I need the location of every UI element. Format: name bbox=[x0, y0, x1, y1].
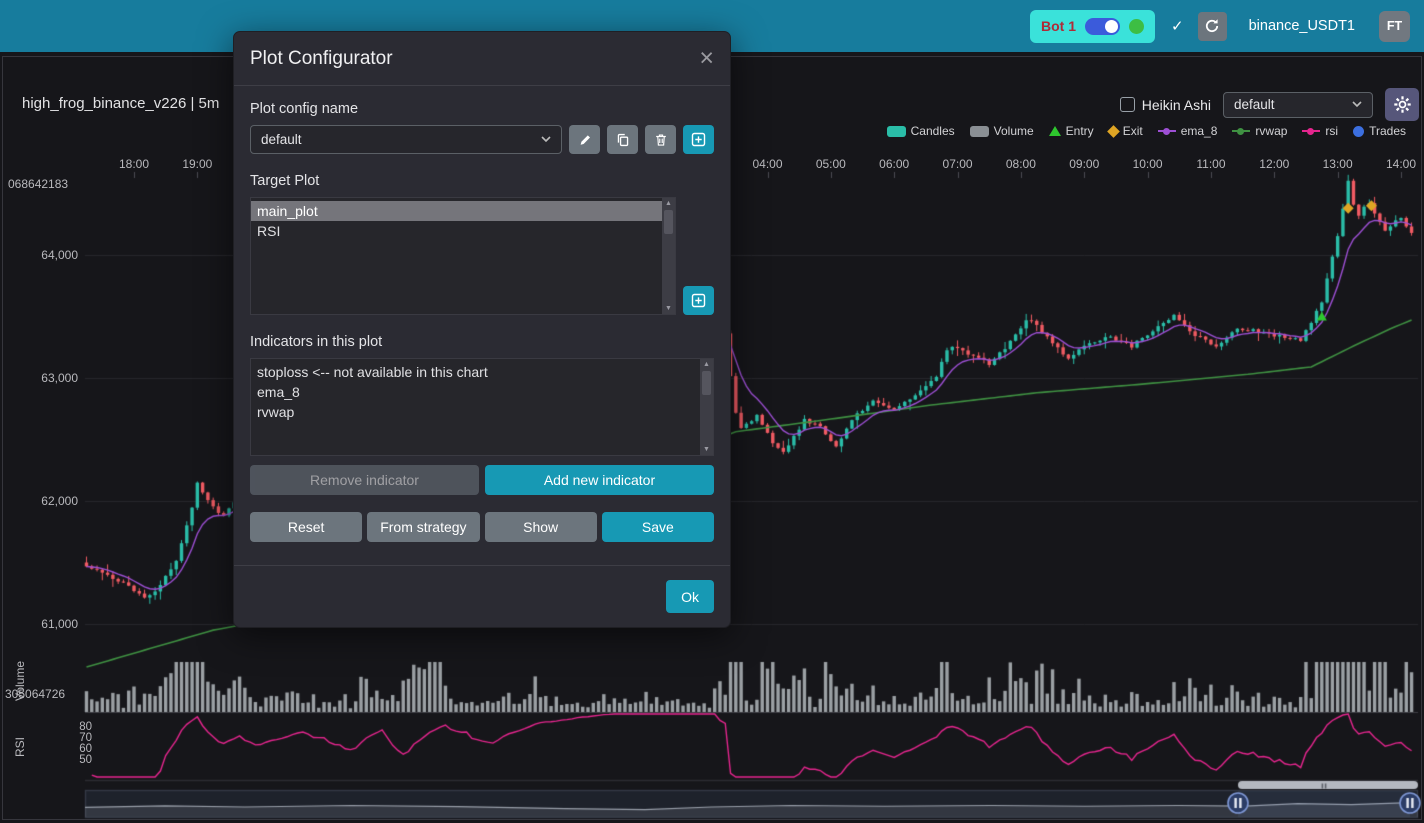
plus-square-icon bbox=[691, 132, 706, 147]
chart-toolbar: Heikin Ashi default bbox=[1120, 88, 1419, 121]
legend-label: Volume bbox=[994, 124, 1034, 138]
modal-footer: Ok bbox=[234, 565, 730, 627]
legend-label: rvwap bbox=[1255, 124, 1287, 138]
bot-name-label: Bot 1 bbox=[1041, 18, 1076, 34]
target-plot-option[interactable]: main_plot bbox=[251, 201, 662, 221]
refresh-icon bbox=[1204, 18, 1220, 34]
delete-config-button[interactable] bbox=[645, 125, 676, 154]
exit-legend-marker-icon bbox=[1107, 125, 1120, 138]
ft-avatar[interactable]: FT bbox=[1379, 11, 1410, 42]
legend-item-Exit[interactable]: Exit bbox=[1109, 124, 1143, 138]
add-config-button[interactable] bbox=[683, 125, 714, 154]
legend-label: Entry bbox=[1066, 124, 1094, 138]
config-actions-row: Reset From strategy Show Save bbox=[250, 512, 714, 542]
datazoom-navigator[interactable] bbox=[85, 790, 1418, 818]
plot-config-select-value: default bbox=[1234, 97, 1275, 112]
legend-item-Entry[interactable]: Entry bbox=[1049, 124, 1094, 138]
heikin-ashi-label: Heikin Ashi bbox=[1142, 97, 1211, 113]
toggle-knob bbox=[1105, 20, 1118, 33]
from-strategy-button[interactable]: From strategy bbox=[367, 512, 479, 542]
chevron-down-icon bbox=[1352, 101, 1362, 108]
app-root: Bot 1 ✓ binance_USDT1 FT high_frog_binan… bbox=[0, 0, 1424, 823]
rvwap-legend-marker-icon bbox=[1232, 130, 1250, 132]
config-name-label: Plot config name bbox=[250, 101, 714, 117]
target-plot-option[interactable]: RSI bbox=[251, 221, 662, 241]
config-name-select[interactable]: default bbox=[250, 125, 562, 154]
indicator-option[interactable]: stoploss <-- not available in this chart bbox=[251, 362, 700, 382]
target-plot-label: Target Plot bbox=[250, 173, 714, 189]
ema_8-legend-marker-icon bbox=[1158, 130, 1176, 132]
modal-close-button[interactable]: × bbox=[699, 46, 714, 71]
indicators-label: Indicators in this plot bbox=[250, 334, 714, 350]
legend-item-rsi[interactable]: rsi bbox=[1302, 124, 1338, 138]
legend-label: Trades bbox=[1369, 124, 1406, 138]
datazoom-left-handle[interactable] bbox=[1227, 792, 1249, 814]
reset-button[interactable]: Reset bbox=[250, 512, 362, 542]
pencil-icon bbox=[578, 133, 592, 147]
plus-square-icon bbox=[691, 293, 706, 308]
add-indicator-button[interactable]: Add new indicator bbox=[485, 465, 714, 495]
config-name-select-value: default bbox=[261, 132, 302, 147]
scrollbar-thumb[interactable] bbox=[664, 210, 673, 234]
modal-header: Plot Configurator × bbox=[234, 32, 730, 86]
legend-item-Candles[interactable]: Candles bbox=[887, 124, 955, 138]
scroll-up-icon[interactable]: ▲ bbox=[665, 199, 672, 208]
legend-item-rvwap[interactable]: rvwap bbox=[1232, 124, 1287, 138]
trash-icon bbox=[654, 133, 668, 147]
indicator-option[interactable]: rvwap bbox=[251, 402, 700, 422]
legend-label: Exit bbox=[1123, 124, 1143, 138]
scrollbar-thumb[interactable] bbox=[702, 371, 711, 395]
scroll-down-icon[interactable]: ▼ bbox=[703, 445, 710, 454]
legend-item-Trades[interactable]: Trades bbox=[1353, 124, 1406, 138]
legend-label: Candles bbox=[911, 124, 955, 138]
edit-config-button[interactable] bbox=[569, 125, 600, 154]
rsi-legend-marker-icon bbox=[1302, 130, 1320, 132]
target-plot-listbox[interactable]: main_plotRSI ▲ ▼ bbox=[250, 197, 676, 315]
modal-title: Plot Configurator bbox=[250, 48, 393, 70]
listbox-scrollbar[interactable]: ▲ ▼ bbox=[700, 359, 713, 455]
trades-legend-marker-icon bbox=[1353, 126, 1364, 137]
copy-icon bbox=[616, 133, 630, 147]
save-button[interactable]: Save bbox=[602, 512, 714, 542]
legend-label: rsi bbox=[1325, 124, 1338, 138]
listbox-scrollbar[interactable]: ▲ ▼ bbox=[662, 198, 675, 314]
scroll-down-icon[interactable]: ▼ bbox=[665, 304, 672, 313]
legend-item-Volume[interactable]: Volume bbox=[970, 124, 1034, 138]
indicator-option[interactable]: ema_8 bbox=[251, 382, 700, 402]
bot-online-indicator bbox=[1129, 19, 1144, 34]
show-button[interactable]: Show bbox=[485, 512, 597, 542]
add-plot-button[interactable] bbox=[683, 286, 714, 315]
chart-legend: Candles Volume Entry Exit ema_8 rvwap rsi Trade… bbox=[887, 124, 1406, 138]
bot-toggle[interactable] bbox=[1085, 18, 1120, 35]
modal-body: Plot config name default bbox=[234, 86, 730, 565]
ok-button[interactable]: Ok bbox=[666, 580, 714, 613]
plot-config-gear-button[interactable] bbox=[1385, 88, 1419, 121]
plot-config-select[interactable]: default bbox=[1223, 92, 1373, 118]
entry-legend-marker-icon bbox=[1049, 126, 1061, 136]
indicator-buttons-row: Remove indicator Add new indicator bbox=[250, 465, 714, 495]
volume-legend-marker-icon bbox=[970, 126, 989, 137]
legend-label: ema_8 bbox=[1181, 124, 1218, 138]
target-plot-row: main_plotRSI ▲ ▼ bbox=[250, 197, 714, 315]
check-icon: ✓ bbox=[1171, 17, 1184, 35]
bot-selector-chip[interactable]: Bot 1 bbox=[1030, 10, 1155, 43]
datazoom-right-handle[interactable] bbox=[1399, 792, 1421, 814]
plot-configurator-modal: Plot Configurator × Plot config name def… bbox=[233, 31, 731, 628]
remove-indicator-button[interactable]: Remove indicator bbox=[250, 465, 479, 495]
bot-instance-name: binance_USDT1 bbox=[1249, 18, 1355, 34]
candles-legend-marker-icon bbox=[887, 126, 906, 137]
heikin-ashi-checkbox[interactable] bbox=[1120, 97, 1135, 112]
chevron-down-icon bbox=[541, 136, 551, 143]
legend-item-ema_8[interactable]: ema_8 bbox=[1158, 124, 1218, 138]
gear-icon bbox=[1394, 96, 1411, 113]
indicators-listbox[interactable]: stoploss <-- not available in this chart… bbox=[250, 358, 714, 456]
scroll-up-icon[interactable]: ▲ bbox=[703, 360, 710, 369]
copy-config-button[interactable] bbox=[607, 125, 638, 154]
config-name-row: default bbox=[250, 125, 714, 154]
refresh-button[interactable] bbox=[1198, 12, 1227, 41]
